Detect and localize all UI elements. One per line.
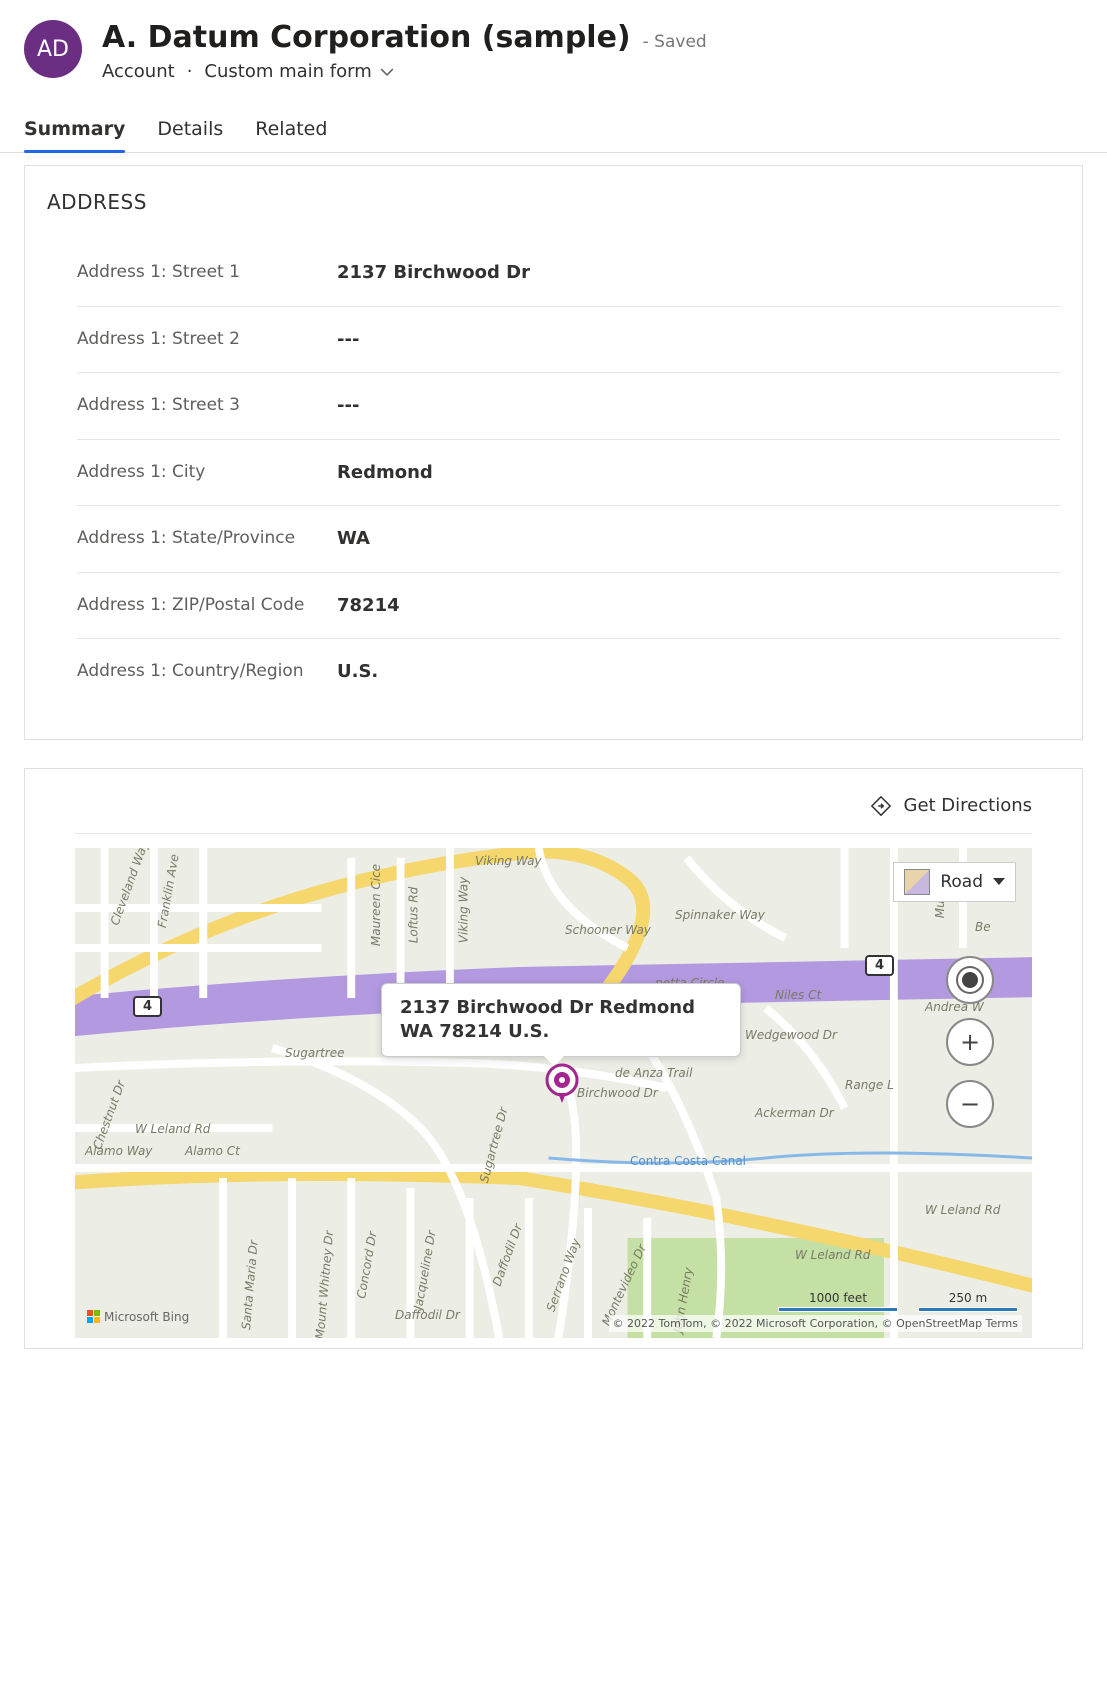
- field-value: 2137 Birchwood Dr: [337, 262, 530, 283]
- separator: ·: [187, 61, 193, 82]
- highway-shield: 4: [865, 955, 894, 976]
- canal-label: Contra Costa Canal: [630, 1154, 746, 1168]
- locate-button[interactable]: [946, 956, 994, 1004]
- field-value: ---: [337, 329, 359, 350]
- saved-indicator: - Saved: [643, 32, 707, 52]
- road-label: Daffodil Dr: [395, 1308, 460, 1322]
- locate-icon: [962, 972, 978, 988]
- dropdown-icon: [993, 878, 1005, 885]
- map-provider-logo: Microsoft Bing: [87, 1310, 189, 1324]
- road-label: Ackerman Dr: [755, 1106, 834, 1120]
- map-type-selector[interactable]: Road: [893, 862, 1016, 902]
- highway-shield: 4: [133, 996, 162, 1017]
- location-tooltip: 2137 Birchwood Dr Redmond WA 78214 U.S.: [381, 983, 741, 1058]
- directions-icon: [870, 795, 892, 817]
- map-provider-label: Microsoft Bing: [104, 1310, 189, 1324]
- road-label: Viking Way: [475, 854, 542, 868]
- road-label: Niles Ct: [775, 988, 821, 1002]
- chevron-down-icon: [380, 65, 394, 79]
- field-row[interactable]: Address 1: ZIP/Postal Code 78214: [77, 573, 1060, 640]
- field-label: Address 1: ZIP/Postal Code: [77, 593, 337, 619]
- field-row[interactable]: Address 1: City Redmond: [77, 440, 1060, 507]
- plus-icon: +: [960, 1028, 980, 1056]
- road-label: W Leland Rd: [795, 1248, 870, 1262]
- scale-feet-label: 1000 feet: [809, 1291, 867, 1305]
- field-row[interactable]: Address 1: Street 3 ---: [77, 373, 1060, 440]
- field-value: 78214: [337, 595, 400, 616]
- road-label: Spinnaker Way: [675, 908, 765, 922]
- field-label: Address 1: Street 3: [77, 393, 337, 419]
- map-section: Get Directions: [24, 768, 1083, 1349]
- scale-m-label: 250 m: [949, 1291, 987, 1305]
- field-row[interactable]: Address 1: Street 2 ---: [77, 307, 1060, 374]
- road-label: Loftus Rd: [406, 886, 420, 943]
- road-label: Alamo Ct: [185, 1144, 240, 1158]
- form-selector-label: Custom main form: [204, 61, 371, 82]
- record-header: AD A. Datum Corporation (sample) - Saved…: [0, 0, 1107, 96]
- microsoft-logo-icon: [87, 1310, 100, 1323]
- location-pin[interactable]: [545, 1063, 579, 1109]
- form-selector[interactable]: Custom main form: [204, 61, 393, 82]
- road-label: Viking Way: [456, 876, 470, 943]
- field-row[interactable]: Address 1: State/Province WA: [77, 506, 1060, 573]
- road-label: Maureen Cice: [369, 863, 383, 945]
- tab-summary[interactable]: Summary: [24, 106, 125, 152]
- road-label: Range L: [845, 1078, 894, 1092]
- map-type-label: Road: [940, 872, 983, 892]
- tab-details[interactable]: Details: [157, 106, 223, 152]
- field-value: U.S.: [337, 661, 378, 682]
- road-label: Wedgewood Dr: [745, 1028, 837, 1042]
- map-attribution[interactable]: © 2022 TomTom, © 2022 Microsoft Corporat…: [609, 1315, 1023, 1332]
- entity-type-label: Account: [102, 61, 175, 82]
- section-title: ADDRESS: [47, 190, 1060, 214]
- field-label: Address 1: Street 2: [77, 327, 337, 353]
- field-value: WA: [337, 528, 370, 549]
- field-label: Address 1: Street 1: [77, 260, 337, 286]
- map-scale: 1000 feet 250 m: [778, 1291, 1018, 1312]
- get-directions-link[interactable]: Get Directions: [904, 795, 1033, 816]
- avatar: AD: [24, 20, 82, 78]
- road-label: Alamo Way: [85, 1144, 152, 1158]
- zoom-out-button[interactable]: −: [946, 1080, 994, 1128]
- field-row[interactable]: Address 1: Country/Region U.S.: [77, 639, 1060, 705]
- road-label: Schooner Way: [565, 923, 651, 937]
- field-row[interactable]: Address 1: Street 1 2137 Birchwood Dr: [77, 240, 1060, 307]
- form-tabs: Summary Details Related: [0, 96, 1107, 153]
- page-title: A. Datum Corporation (sample): [102, 20, 631, 55]
- map[interactable]: 4 4 Viking Way Schooner Way Spinnaker Wa…: [75, 848, 1032, 1338]
- road-label: Sugartree: [285, 1046, 345, 1060]
- address-section: ADDRESS Address 1: Street 1 2137 Birchwo…: [24, 165, 1083, 740]
- field-label: Address 1: Country/Region: [77, 659, 337, 685]
- field-value: ---: [337, 395, 359, 416]
- field-value: Redmond: [337, 462, 433, 483]
- road-label: W Leland Rd: [135, 1122, 210, 1136]
- road-label: de Anza Trail: [615, 1066, 692, 1080]
- field-label: Address 1: State/Province: [77, 526, 337, 552]
- zoom-in-button[interactable]: +: [946, 1018, 994, 1066]
- minus-icon: −: [960, 1090, 980, 1118]
- road-label: W Leland Rd: [925, 1203, 1000, 1217]
- road-label: Be: [975, 920, 991, 934]
- road-label: Birchwood Dr: [577, 1086, 658, 1100]
- map-type-icon: [904, 869, 930, 895]
- tab-related[interactable]: Related: [255, 106, 327, 152]
- field-label: Address 1: City: [77, 460, 337, 486]
